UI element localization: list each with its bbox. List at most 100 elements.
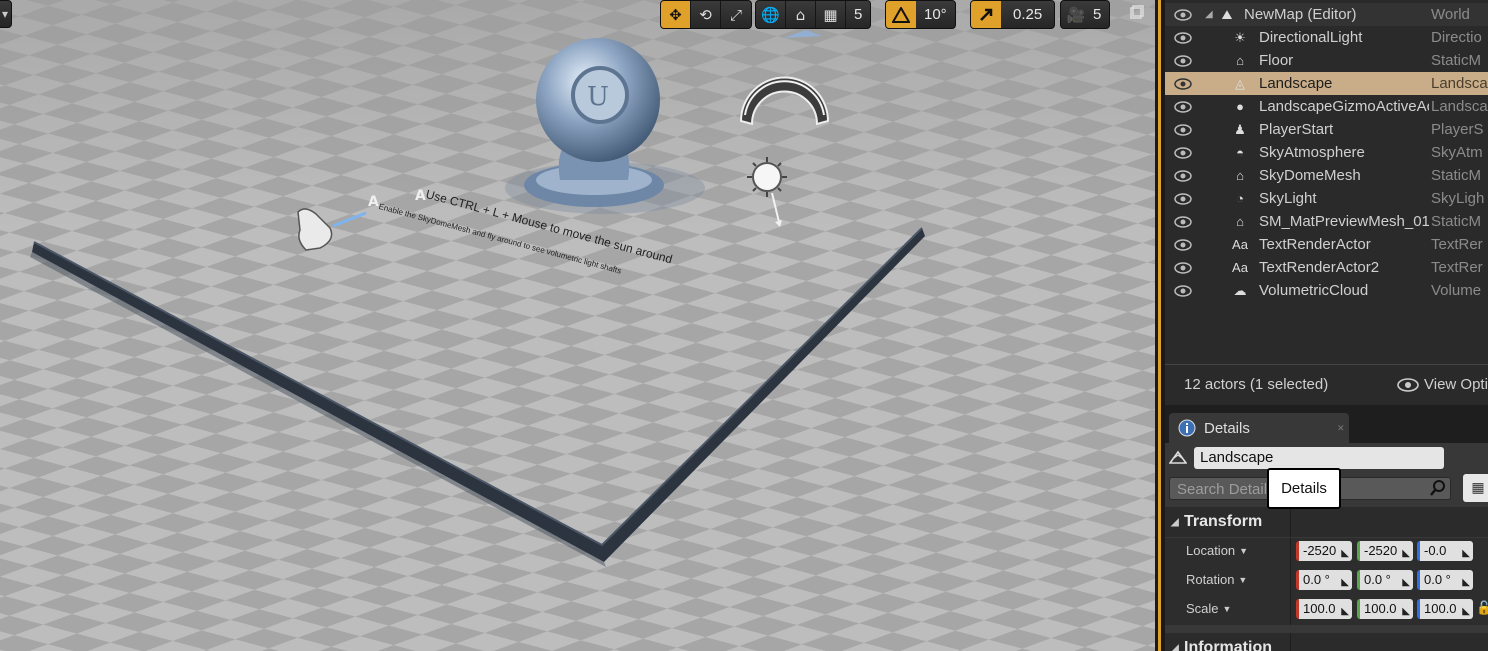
close-tab-icon[interactable]: ✕ [1337, 423, 1345, 434]
visibility-eye-icon[interactable] [1173, 31, 1193, 45]
visibility-eye-icon[interactable] [1173, 146, 1193, 160]
rotation-y-field[interactable]: 0.0 ° ◣ [1357, 570, 1413, 590]
lock-icon[interactable]: 🔓 [1476, 601, 1488, 616]
scale-x-value: 100.0 [1303, 601, 1336, 616]
scale-z-field[interactable]: 100.0 ◣ [1417, 599, 1473, 619]
visibility-eye-icon[interactable] [1173, 261, 1193, 275]
outliner-row-name: VolumetricCloud [1259, 282, 1369, 299]
rotation-label[interactable]: Rotation ▼ [1186, 572, 1247, 587]
static-mesh-icon: ⌂ [1236, 214, 1244, 229]
outliner-row[interactable]: Aa TextRenderActor TextRer [1165, 233, 1488, 256]
information-header: Information [1184, 639, 1272, 651]
scale-snap-toolbar: 0.25 [970, 0, 1056, 29]
location-z-field[interactable]: -0.0 ◣ [1417, 541, 1473, 561]
details-tooltip: Details [1267, 468, 1341, 509]
scale-z-value: 100.0 [1424, 601, 1457, 616]
translate-mode-icon[interactable]: ✥ [661, 1, 691, 28]
tab-details[interactable]: Details ✕ [1169, 413, 1349, 443]
outliner-row[interactable]: ● LandscapeGizmoActiveAc Landsca [1165, 95, 1488, 118]
visibility-eye-icon[interactable] [1173, 215, 1193, 229]
outliner-row[interactable]: ◬ Landscape Landsca [1165, 72, 1488, 95]
actor-count: 12 actors (1 selected) [1184, 376, 1329, 393]
drag-handle-icon: ◣ [1341, 606, 1349, 617]
rotation-z-field[interactable]: 0.0 ° ◣ [1417, 570, 1473, 590]
visibility-eye-icon[interactable] [1173, 238, 1193, 252]
coordinate-group: 🌐 ⌂ ▦ 5 [755, 0, 872, 29]
level-viewport[interactable]: U A A Use CTRL + L + Mouse to move the s… [0, 0, 1155, 651]
scale-x-field[interactable]: 100.0 ◣ [1296, 599, 1352, 619]
view-options-button[interactable]: View Opti [1397, 376, 1488, 393]
scale-y-field[interactable]: 100.0 ◣ [1357, 599, 1413, 619]
landscape-icon [1168, 449, 1189, 467]
volumetric-cloud-icon: ☁ [1233, 282, 1247, 298]
rotation-snap-icon[interactable] [886, 1, 916, 28]
scale-snap-value[interactable]: 0.25 [1001, 1, 1054, 28]
visibility-eye-icon[interactable] [1173, 192, 1193, 206]
details-tab-bar: Details ✕ [1165, 405, 1488, 443]
camera-speed-icon[interactable]: 🎥 [1061, 1, 1091, 28]
text-render-icon: Aa [1232, 260, 1248, 275]
scale-label[interactable]: Scale ▼ [1186, 601, 1231, 616]
drag-handle-icon: ◣ [1402, 548, 1410, 559]
camera-speed-value[interactable]: 5 [1091, 1, 1109, 28]
information-category[interactable]: ◢ Information [1165, 633, 1488, 651]
visibility-eye-icon[interactable] [1173, 77, 1193, 91]
svg-text:U: U [587, 82, 609, 112]
static-mesh-icon: ⌂ [1236, 168, 1244, 183]
grid-snap-icon[interactable]: ▦ [816, 1, 846, 28]
visibility-eye-icon[interactable] [1173, 100, 1193, 114]
rotation-snap-value[interactable]: 10° [916, 1, 955, 28]
viewport-transform-toolbar: ✥ ⟲ ⤢ [660, 0, 752, 29]
rotation-row: Rotation ▼ 0.0 ° ◣ 0.0 ° ◣ 0.0 ° ◣ [1165, 567, 1488, 596]
expand-arrow-icon[interactable]: ◢ [1205, 9, 1213, 20]
outliner-row-name: Floor [1259, 52, 1294, 69]
outliner-row[interactable]: ⌂ SM_MatPreviewMesh_01 StaticM [1165, 210, 1488, 233]
outliner-row[interactable]: ⌂ Floor StaticM [1165, 49, 1488, 72]
visibility-eye-icon[interactable] [1173, 8, 1193, 22]
outliner-row[interactable]: ◔ SkyLight SkyLigh [1165, 187, 1488, 210]
outliner-row-type: Directio [1431, 29, 1482, 46]
search-icon[interactable] [1429, 479, 1449, 499]
rotation-y-value: 0.0 ° [1364, 572, 1391, 587]
sky-light-icon: ◔ [1236, 191, 1244, 206]
grid-snap-value[interactable]: 5 [846, 1, 870, 28]
visibility-eye-icon[interactable] [1173, 54, 1193, 68]
viewport-options-button[interactable]: ▾ [0, 0, 12, 28]
location-x-field[interactable]: -2520 ◣ [1296, 541, 1352, 561]
player-start-icon: ♟ [1234, 121, 1246, 137]
outliner-row[interactable]: ♟ PlayerStart PlayerS [1165, 118, 1488, 141]
outliner-row[interactable]: ☁ VolumetricCloud Volume [1165, 279, 1488, 302]
visibility-eye-icon[interactable] [1173, 169, 1193, 183]
rotation-x-field[interactable]: 0.0 ° ◣ [1296, 570, 1352, 590]
outliner-row-name: SkyDomeMesh [1259, 167, 1361, 184]
outliner-row-type: StaticM [1431, 167, 1482, 184]
visibility-eye-icon[interactable] [1173, 123, 1193, 137]
location-label[interactable]: Location ▼ [1186, 543, 1248, 558]
rotate-mode-icon[interactable]: ⟲ [691, 1, 721, 28]
outliner-row[interactable]: Aa TextRenderActor2 TextRer [1165, 256, 1488, 279]
viewport-snap-toolbar: 🌐 ⌂ ▦ 5 [755, 0, 872, 29]
property-matrix-icon[interactable]: ▦ [1463, 474, 1488, 502]
outliner-row[interactable]: ◓ SkyAtmosphere SkyAtm [1165, 141, 1488, 164]
outliner-row[interactable]: ⌂ SkyDomeMesh StaticM [1165, 164, 1488, 187]
outliner-row-type: Volume [1431, 282, 1482, 299]
outliner-row-name: SkyLight [1259, 190, 1317, 207]
transform-category[interactable]: ◢ Transform [1165, 507, 1488, 537]
maximize-viewport-icon[interactable] [1130, 5, 1146, 21]
outliner-footer: 12 actors (1 selected) View Opti [1165, 364, 1488, 404]
world-coordinates-icon[interactable]: 🌐 [756, 1, 786, 28]
outliner-row-name: SkyAtmosphere [1259, 144, 1365, 161]
scale-snap-icon[interactable] [971, 1, 1001, 28]
chevron-down-icon: ▼ [1222, 603, 1232, 614]
location-y-field[interactable]: -2520 ◣ [1357, 541, 1413, 561]
panel-splitter[interactable] [1155, 0, 1165, 651]
visibility-eye-icon[interactable] [1173, 284, 1193, 298]
rotation-z-value: 0.0 ° [1424, 572, 1451, 587]
surface-snap-icon[interactable]: ⌂ [786, 1, 816, 28]
scale-y-value: 100.0 [1364, 601, 1397, 616]
drag-handle-icon: ◣ [1462, 606, 1470, 617]
outliner-row[interactable]: ☀ DirectionalLight Directio [1165, 26, 1488, 49]
scale-mode-icon[interactable]: ⤢ [721, 1, 751, 28]
outliner-world-row[interactable]: ◢ ⛰ NewMap (Editor) World [1165, 3, 1488, 26]
actor-name-field[interactable]: Landscape [1194, 447, 1444, 469]
